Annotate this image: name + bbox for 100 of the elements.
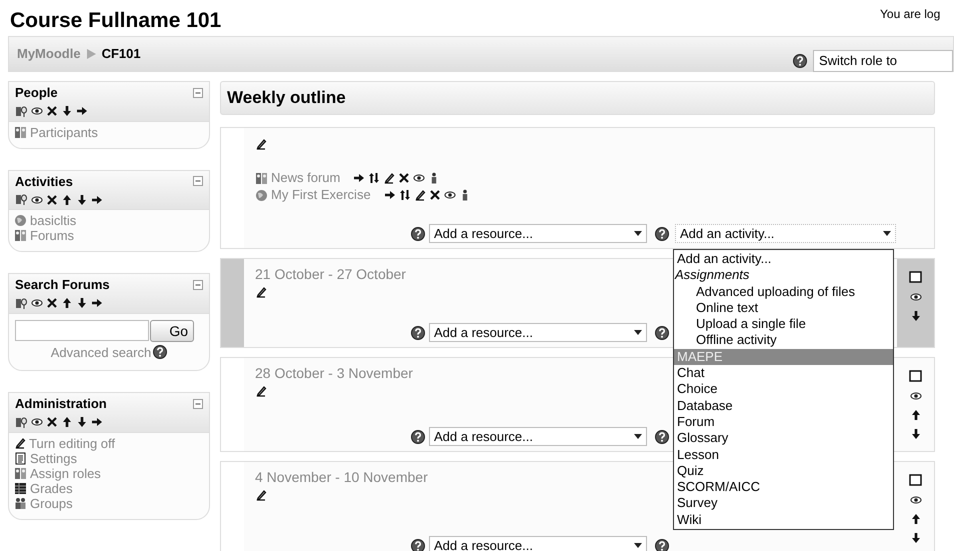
- dropdown-option[interactable]: SCORM/AICC: [674, 479, 893, 496]
- caret-icon: [634, 330, 642, 335]
- dropdown-option[interactable]: Database: [674, 398, 893, 414]
- help-icon[interactable]: [655, 326, 669, 340]
- help-icon[interactable]: [411, 226, 425, 240]
- help-icon[interactable]: [411, 326, 425, 340]
- help-icon[interactable]: [411, 538, 425, 551]
- outline-title: Weekly outline: [220, 81, 935, 115]
- arrow-up-icon[interactable]: [910, 513, 922, 525]
- delete-icon[interactable]: [46, 416, 58, 428]
- arrow-right-icon[interactable]: [353, 172, 366, 184]
- table-icon: [14, 482, 27, 494]
- caret-icon: [883, 231, 891, 236]
- page-title: Course Fullname 101: [10, 8, 222, 34]
- delete-icon[interactable]: [398, 172, 410, 184]
- dropdown-option[interactable]: Advanced uploading of files: [674, 284, 893, 300]
- arrow-down-icon[interactable]: [910, 310, 922, 322]
- option-group-label: Assignments: [674, 267, 750, 284]
- eye-icon[interactable]: [31, 194, 43, 206]
- dropdown-option[interactable]: Wiki: [674, 512, 893, 528]
- delete-icon[interactable]: [428, 189, 441, 201]
- arrow-down-icon[interactable]: [76, 416, 88, 428]
- help-icon[interactable]: [793, 54, 807, 68]
- arrow-down-icon[interactable]: [910, 532, 922, 544]
- separator-icon: [86, 49, 96, 59]
- search-field[interactable]: [15, 320, 149, 341]
- resource-select[interactable]: Add a resource...: [429, 427, 647, 446]
- help-icon[interactable]: [411, 430, 425, 444]
- arrow-up-icon[interactable]: [61, 194, 73, 206]
- collapse-icon[interactable]: [193, 88, 203, 98]
- dropdown-option[interactable]: Offline activity: [674, 332, 893, 349]
- activity-select[interactable]: Add an activity...: [675, 224, 896, 243]
- caret-icon: [634, 543, 642, 548]
- block-title: Administration: [15, 395, 107, 413]
- resource-select[interactable]: Add a resource...: [429, 323, 647, 342]
- help-icon[interactable]: [153, 345, 168, 360]
- dropdown-option[interactable]: Survey: [674, 495, 893, 512]
- arrow-right-icon[interactable]: [91, 416, 103, 428]
- help-icon[interactable]: [655, 430, 669, 444]
- arrow-right-icon[interactable]: [384, 189, 396, 201]
- eye-icon[interactable]: [31, 105, 43, 117]
- arrow-up-icon[interactable]: [61, 297, 73, 309]
- dropdown-option[interactable]: Forum: [674, 414, 893, 430]
- go-button[interactable]: Go: [150, 320, 194, 342]
- resource-select[interactable]: Add a resource...: [429, 224, 647, 243]
- pencil-icon[interactable]: [255, 489, 267, 501]
- eye-icon[interactable]: [444, 189, 456, 201]
- arrow-up-icon[interactable]: [61, 416, 73, 428]
- square-icon[interactable]: [909, 370, 922, 383]
- arrow-down-icon[interactable]: [910, 428, 922, 440]
- square-icon[interactable]: [909, 474, 922, 487]
- block-title: Search Forums: [15, 276, 110, 294]
- arrow-down-icon[interactable]: [76, 297, 88, 309]
- move-icon[interactable]: [368, 172, 380, 184]
- eye-icon[interactable]: [31, 297, 43, 309]
- arrow-right-icon[interactable]: [91, 297, 103, 309]
- dropdown-option[interactable]: Add an activity...: [674, 251, 893, 268]
- caret-icon: [634, 434, 642, 439]
- eye-icon[interactable]: [910, 291, 922, 303]
- help-icon[interactable]: [655, 226, 669, 240]
- collapse-icon[interactable]: [193, 280, 203, 290]
- breadcrumb-current: CF101: [102, 45, 141, 64]
- dropdown-option[interactable]: Glossary: [674, 430, 893, 447]
- arrow-right-icon[interactable]: [76, 105, 88, 117]
- section-dates: 21 October - 27 October: [255, 266, 406, 283]
- square-icon[interactable]: [909, 271, 922, 284]
- globe-icon: [14, 214, 27, 227]
- dropdown-option[interactable]: Quiz: [674, 462, 893, 480]
- delete-icon[interactable]: [46, 105, 58, 117]
- dropdown-option[interactable]: Choice: [674, 381, 893, 398]
- arrow-right-icon[interactable]: [91, 194, 103, 206]
- eye-icon[interactable]: [31, 416, 43, 428]
- eye-icon[interactable]: [413, 172, 426, 184]
- section-dates: 28 October - 3 November: [255, 365, 413, 382]
- delete-icon[interactable]: [46, 297, 58, 309]
- dropdown-option[interactable]: Online text: [674, 300, 893, 316]
- login-info: You are log: [880, 6, 940, 23]
- move-icon[interactable]: [398, 189, 411, 201]
- collapse-icon[interactable]: [193, 398, 203, 409]
- dropdown-option[interactable]: Chat: [674, 365, 893, 382]
- pencil-icon[interactable]: [255, 286, 267, 298]
- globe-icon: [255, 188, 268, 202]
- help-icon[interactable]: [655, 538, 669, 551]
- delete-icon[interactable]: [46, 194, 58, 206]
- arrow-down-icon[interactable]: [61, 105, 73, 117]
- collapse-icon[interactable]: [193, 176, 203, 186]
- section-dates: 4 November - 10 November: [255, 469, 428, 486]
- role-select[interactable]: Switch role to: [813, 50, 953, 72]
- dropdown-option[interactable]: Upload a single file: [674, 316, 893, 332]
- pencil-icon[interactable]: [414, 189, 426, 201]
- dropdown-option[interactable]: Lesson: [674, 446, 893, 463]
- resource-select[interactable]: Add a resource...: [429, 536, 647, 551]
- pencil-icon[interactable]: [255, 138, 267, 150]
- pencil-icon[interactable]: [255, 385, 267, 397]
- arrow-up-icon[interactable]: [910, 409, 922, 421]
- eye-icon[interactable]: [910, 390, 922, 402]
- pencil-icon[interactable]: [383, 172, 396, 184]
- document-icon: [14, 452, 27, 464]
- arrow-down-icon[interactable]: [76, 194, 88, 206]
- eye-icon[interactable]: [910, 494, 922, 506]
